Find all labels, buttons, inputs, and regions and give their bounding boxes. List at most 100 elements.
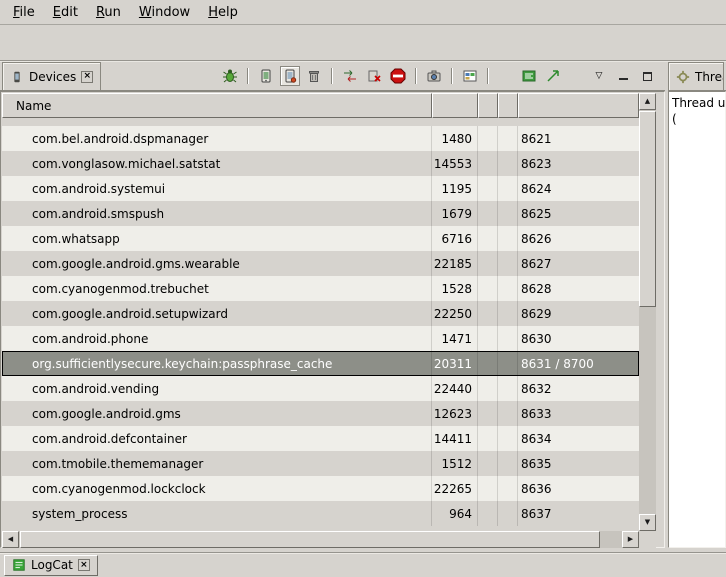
scrollbar-corner xyxy=(639,531,656,548)
table-row[interactable]: com.android.vending 22440 8632 xyxy=(2,376,639,401)
screen-capture-icon[interactable] xyxy=(424,66,444,86)
process-name: com.android.defcontainer xyxy=(2,426,432,451)
horizontal-scroll-thumb[interactable] xyxy=(20,531,600,548)
gear-icon xyxy=(676,70,690,84)
update-heap-icon[interactable] xyxy=(256,66,276,86)
table-row[interactable]: com.google.android.gms.wearable 22185 86… xyxy=(2,251,639,276)
spacer-cell xyxy=(498,476,518,501)
view-hierarchy-icon[interactable] xyxy=(460,66,480,86)
process-name: com.vonglasow.michael.satstat xyxy=(2,151,432,176)
table-row[interactable]: com.google.android.setupwizard 22250 862… xyxy=(2,301,639,326)
stop-method-profiling-icon[interactable] xyxy=(364,66,384,86)
stop-process-icon[interactable] xyxy=(388,66,408,86)
table-row[interactable]: com.tmobile.thememanager 1512 8635 xyxy=(2,451,639,476)
maximize-icon[interactable] xyxy=(637,66,657,86)
menu-help[interactable]: Help xyxy=(199,2,247,23)
table-row[interactable]: org.sufficientlysecure.keychain:passphra… xyxy=(2,351,639,376)
devices-view: Devices × xyxy=(0,62,665,550)
vertical-scrollbar[interactable]: ▲ ▼ xyxy=(639,93,656,531)
horizontal-scrollbar[interactable]: ◀ ▶ xyxy=(2,531,639,548)
process-name: com.whatsapp xyxy=(2,226,432,251)
tab-threads[interactable]: Threads xyxy=(668,62,724,90)
table-row[interactable]: com.android.phone 1471 8630 xyxy=(2,326,639,351)
table-row[interactable]: com.google.android.gms 12623 8633 xyxy=(2,401,639,426)
spacer-cell xyxy=(478,401,498,426)
process-name: com.google.android.setupwizard xyxy=(2,301,432,326)
bottom-bar: LogCat × xyxy=(0,552,726,577)
systrace-icon[interactable] xyxy=(519,66,539,86)
process-pid: 22265 xyxy=(432,476,478,501)
close-icon[interactable]: × xyxy=(81,71,93,83)
threads-message-line: ( xyxy=(672,111,725,127)
process-name: com.tmobile.thememanager xyxy=(2,451,432,476)
spacer-cell xyxy=(478,376,498,401)
process-pid: 22250 xyxy=(432,301,478,326)
dump-hprof-icon[interactable] xyxy=(280,66,300,86)
method-profiling-icon[interactable] xyxy=(543,66,563,86)
process-port: 8629 xyxy=(518,301,639,326)
spacer-cell xyxy=(498,201,518,226)
spacer-cell xyxy=(478,501,498,526)
column-header-pid xyxy=(432,93,478,118)
column-header-port xyxy=(518,93,639,118)
table-row[interactable]: com.android.smspush 1679 8625 xyxy=(2,201,639,226)
process-name: com.android.systemui xyxy=(2,176,432,201)
close-icon[interactable]: × xyxy=(78,559,90,571)
view-menu-icon[interactable]: ▽ xyxy=(589,66,609,86)
process-name: com.cyanogenmod.lockclock xyxy=(2,476,432,501)
process-port: 8634 xyxy=(518,426,639,451)
cause-gc-icon[interactable] xyxy=(304,66,324,86)
process-port: 8628 xyxy=(518,276,639,301)
scroll-right-icon[interactable]: ▶ xyxy=(622,531,639,548)
table-row[interactable]: com.vonglasow.michael.satstat 14553 8623 xyxy=(2,151,639,176)
table-header: Name xyxy=(2,93,639,118)
minimize-icon[interactable] xyxy=(613,66,633,86)
process-pid: 6716 xyxy=(432,226,478,251)
toolbar-separator xyxy=(331,68,333,84)
spacer-cell xyxy=(498,226,518,251)
column-header-name[interactable]: Name xyxy=(2,93,432,118)
spacer-cell xyxy=(498,426,518,451)
menu-run[interactable]: Run xyxy=(87,2,130,23)
table-row[interactable]: com.android.defcontainer 14411 8634 xyxy=(2,426,639,451)
tab-devices[interactable]: Devices × xyxy=(2,62,101,90)
spacer-cell xyxy=(498,451,518,476)
menu-file[interactable]: File xyxy=(4,2,44,23)
spacer-cell xyxy=(498,276,518,301)
process-name: com.android.smspush xyxy=(2,201,432,226)
vertical-scroll-thumb[interactable] xyxy=(639,111,656,307)
tab-logcat[interactable]: LogCat × xyxy=(4,555,98,576)
device-icon xyxy=(10,70,24,84)
process-pid: 1512 xyxy=(432,451,478,476)
spacer-cell xyxy=(478,451,498,476)
menu-window[interactable]: Window xyxy=(130,2,199,23)
spacer-cell xyxy=(498,401,518,426)
scroll-down-icon[interactable]: ▼ xyxy=(639,514,656,531)
menu-edit[interactable]: Edit xyxy=(44,2,87,23)
process-port: 8623 xyxy=(518,151,639,176)
process-pid: 1195 xyxy=(432,176,478,201)
devices-tab-label: Devices xyxy=(29,70,76,84)
threads-tab-label: Threads xyxy=(695,70,724,84)
process-port: 8637 xyxy=(518,501,639,526)
scroll-left-icon[interactable]: ◀ xyxy=(2,531,19,548)
table-row[interactable]: com.whatsapp 6716 8626 xyxy=(2,226,639,251)
devices-tabbar: Devices × xyxy=(0,62,665,91)
process-name: com.google.android.gms xyxy=(2,401,432,426)
table-row[interactable]: system_process 964 8637 xyxy=(2,501,639,526)
process-port: 8636 xyxy=(518,476,639,501)
table-row[interactable]: com.cyanogenmod.lockclock 22265 8636 xyxy=(2,476,639,501)
process-port: 8633 xyxy=(518,401,639,426)
spacer-cell xyxy=(478,126,498,151)
table-row[interactable]: com.android.systemui 1195 8624 xyxy=(2,176,639,201)
threads-view: Threads Thread up ( xyxy=(668,62,726,550)
scroll-up-icon[interactable]: ▲ xyxy=(639,93,656,110)
spacer-cell xyxy=(478,201,498,226)
process-port: 8626 xyxy=(518,226,639,251)
debug-icon[interactable] xyxy=(220,66,240,86)
table-row[interactable]: com.bel.android.dspmanager 1480 8621 xyxy=(2,126,639,151)
table-row[interactable]: com.cyanogenmod.trebuchet 1528 8628 xyxy=(2,276,639,301)
spacer-cell xyxy=(498,176,518,201)
update-threads-icon[interactable] xyxy=(340,66,360,86)
process-pid: 1528 xyxy=(432,276,478,301)
